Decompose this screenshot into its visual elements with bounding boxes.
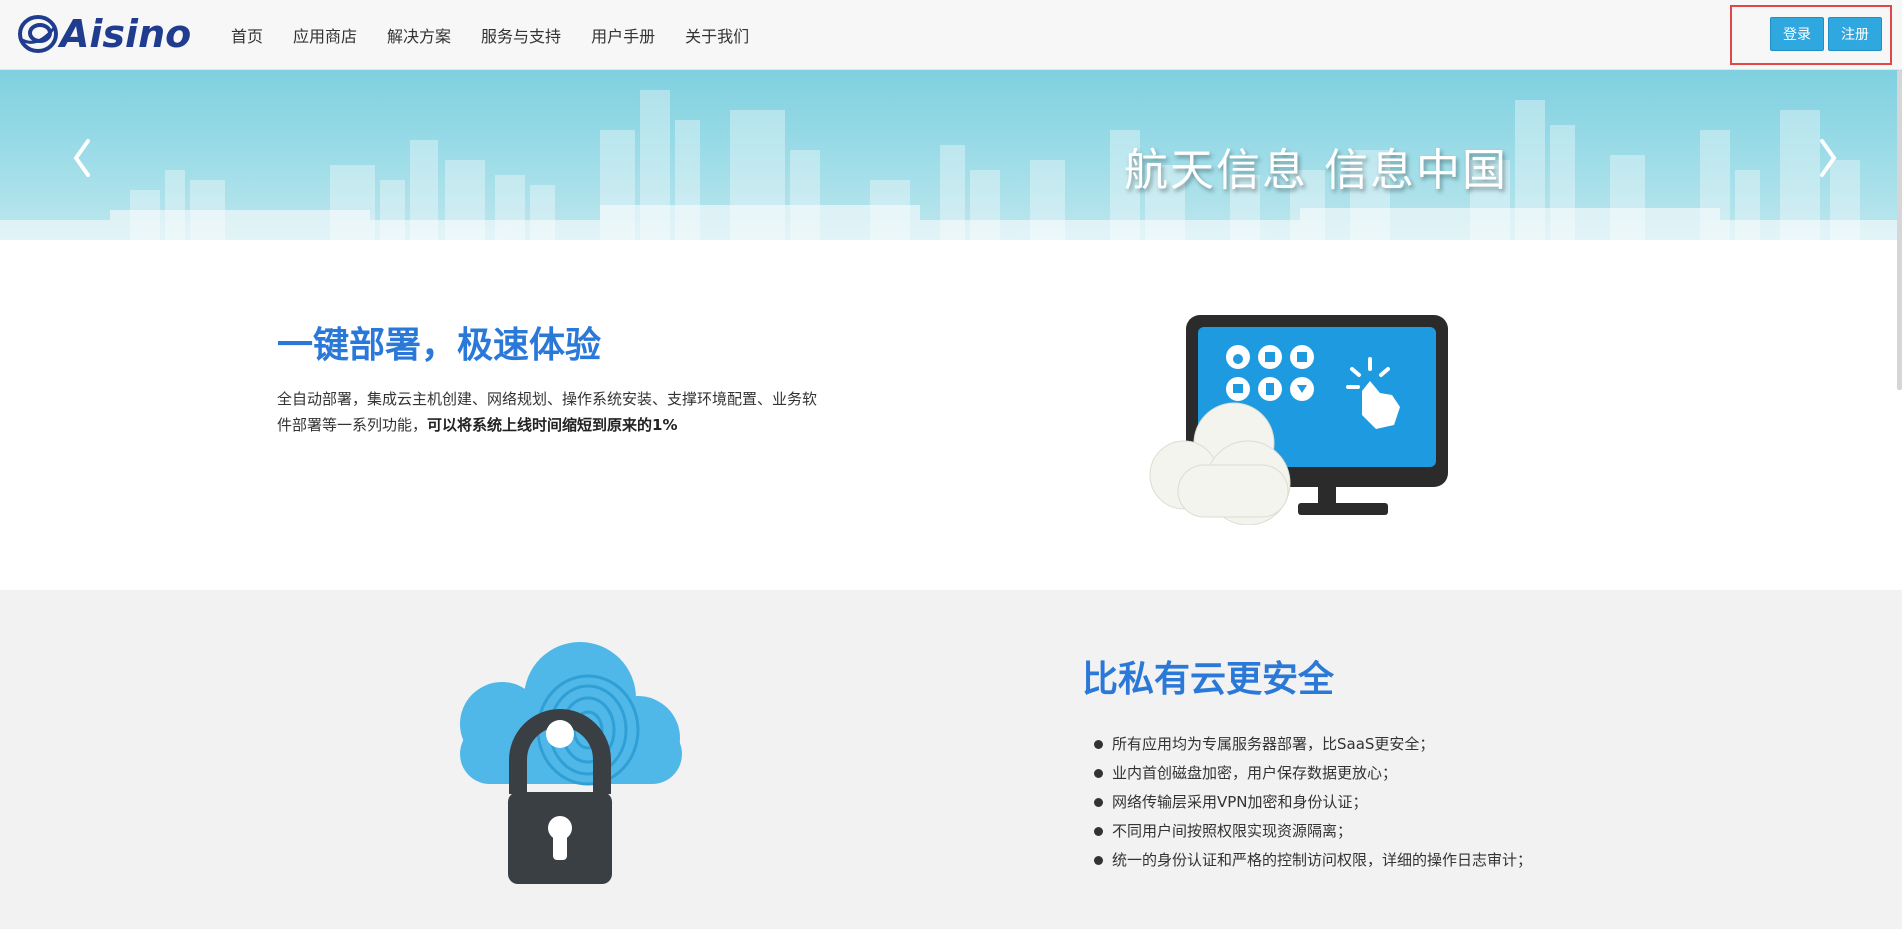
feature-title: 一键部署，极速体验 <box>277 325 602 366</box>
login-button[interactable]: 登录 <box>1770 17 1824 51</box>
nav-item-user-manual[interactable]: 用户手册 <box>591 23 655 47</box>
list-item: 网络传输层采用VPN加密和身份认证； <box>1092 788 1532 817</box>
feature-title: 比私有云更安全 <box>1082 659 1335 700</box>
register-button[interactable]: 注册 <box>1828 17 1882 51</box>
feature-one-click-deploy: 一键部署，极速体验 全自动部署，集成云主机创建、网络规划、操作系统安装、支撑环境… <box>0 240 1902 590</box>
security-feature-list: 所有应用均为专属服务器部署，比SaaS更安全； 业内首创磁盘加密，用户保存数据更… <box>1092 730 1532 875</box>
aisino-logo-icon <box>18 15 58 53</box>
nav-item-app-store[interactable]: 应用商店 <box>293 23 357 47</box>
list-item: 统一的身份认证和严格的控制访问权限，详细的操作日志审计； <box>1092 846 1532 875</box>
brand-name: Aisino <box>60 12 192 56</box>
brand-logo[interactable]: Aisino <box>18 14 191 54</box>
cloud-monitor-illustration <box>1149 315 1448 525</box>
feature-security: 比私有云更安全 所有应用均为专属服务器部署，比SaaS更安全； 业内首创磁盘加密… <box>0 590 1902 929</box>
page-scrollbar[interactable] <box>1897 70 1902 390</box>
chevron-right-icon[interactable] <box>1812 135 1842 181</box>
list-item: 业内首创磁盘加密，用户保存数据更放心； <box>1092 759 1532 788</box>
nav-item-support[interactable]: 服务与支持 <box>481 23 561 47</box>
auth-highlight-box: 登录 注册 <box>1730 5 1892 65</box>
nav-item-about-us[interactable]: 关于我们 <box>685 23 749 47</box>
list-item: 所有应用均为专属服务器部署，比SaaS更安全； <box>1092 730 1532 759</box>
banner-slogan: 航天信息 信息中国 <box>1124 145 1508 196</box>
city-skyline-illustration <box>0 90 1902 240</box>
top-navbar: Aisino 首页 应用商店 解决方案 服务与支持 用户手册 关于我们 登录 注… <box>0 0 1902 70</box>
feature-description-highlight: 可以将系统上线时间缩短到原来的1% <box>427 416 678 434</box>
cloud-lock-fingerprint-illustration <box>460 642 682 884</box>
chevron-left-icon[interactable] <box>68 135 98 181</box>
feature-description: 全自动部署，集成云主机创建、网络规划、操作系统安装、支撑环境配置、业务软件部署等… <box>277 386 827 438</box>
hero-banner-carousel: 航天信息 信息中国 <box>0 70 1902 240</box>
main-nav: 首页 应用商店 解决方案 服务与支持 用户手册 关于我们 <box>231 0 779 70</box>
nav-item-home[interactable]: 首页 <box>231 23 263 47</box>
nav-item-solutions[interactable]: 解决方案 <box>387 23 451 47</box>
list-item: 不同用户间按照权限实现资源隔离； <box>1092 817 1532 846</box>
